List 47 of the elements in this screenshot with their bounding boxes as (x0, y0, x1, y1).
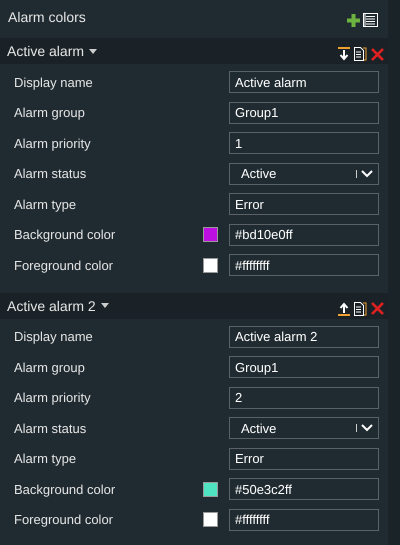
input-field[interactable]: Active alarm (229, 71, 379, 94)
copy-icon[interactable] (354, 47, 367, 61)
section-title[interactable]: Active alarm (7, 43, 84, 59)
field-label: Background color (14, 227, 116, 242)
select-field[interactable]: Active (229, 417, 379, 440)
caret-icon[interactable] (100, 303, 109, 308)
color-swatch[interactable] (203, 258, 218, 273)
delete-icon[interactable] (371, 48, 384, 60)
move-down-icon[interactable] (338, 47, 350, 61)
field-label: Display name (14, 74, 94, 90)
input-field[interactable]: Active alarm 2 (229, 326, 379, 348)
input-field[interactable]: 2 (229, 386, 379, 409)
color-swatch[interactable] (203, 512, 218, 528)
chevron-icon (361, 170, 373, 178)
input-field[interactable]: Error (229, 193, 379, 216)
input-field[interactable]: Group1 (229, 356, 379, 378)
field-label: Alarm group (14, 360, 86, 375)
field-label: Alarm type (14, 196, 78, 212)
section-title[interactable]: Active alarm 2 (7, 298, 96, 314)
delete-icon[interactable] (371, 302, 384, 315)
input-field[interactable]: #ffffffff (229, 508, 379, 531)
field-label: Alarm type (14, 451, 78, 466)
field-label: Foreground color (14, 258, 114, 273)
input-field[interactable]: Group1 (229, 102, 379, 124)
select-field[interactable]: Active (229, 162, 379, 185)
panel-title: Alarm colors (8, 9, 86, 25)
input-field[interactable]: #50e3c2ff (229, 478, 379, 500)
copy-icon[interactable] (354, 302, 367, 316)
input-field[interactable]: Error (229, 448, 379, 470)
list-icon[interactable] (363, 13, 378, 27)
field-label: Alarm status (14, 420, 88, 436)
input-field[interactable]: #ffffffff (229, 254, 379, 276)
field-label: Alarm priority (14, 136, 92, 151)
chevron-icon (361, 424, 373, 432)
field-label: Background color (14, 482, 116, 497)
color-swatch[interactable] (203, 227, 218, 242)
input-field[interactable]: #bd10e0ff (229, 224, 379, 246)
field-label: Alarm priority (14, 390, 92, 406)
move-up-icon[interactable] (338, 302, 350, 316)
color-swatch[interactable] (203, 482, 218, 497)
add-icon[interactable] (347, 14, 360, 26)
field-label: Alarm status (14, 166, 88, 182)
input-field[interactable]: 1 (229, 132, 379, 154)
field-label: Foreground color (14, 512, 114, 528)
field-label: Alarm group (14, 105, 86, 120)
field-label: Display name (14, 329, 94, 344)
caret-icon[interactable] (89, 48, 98, 54)
